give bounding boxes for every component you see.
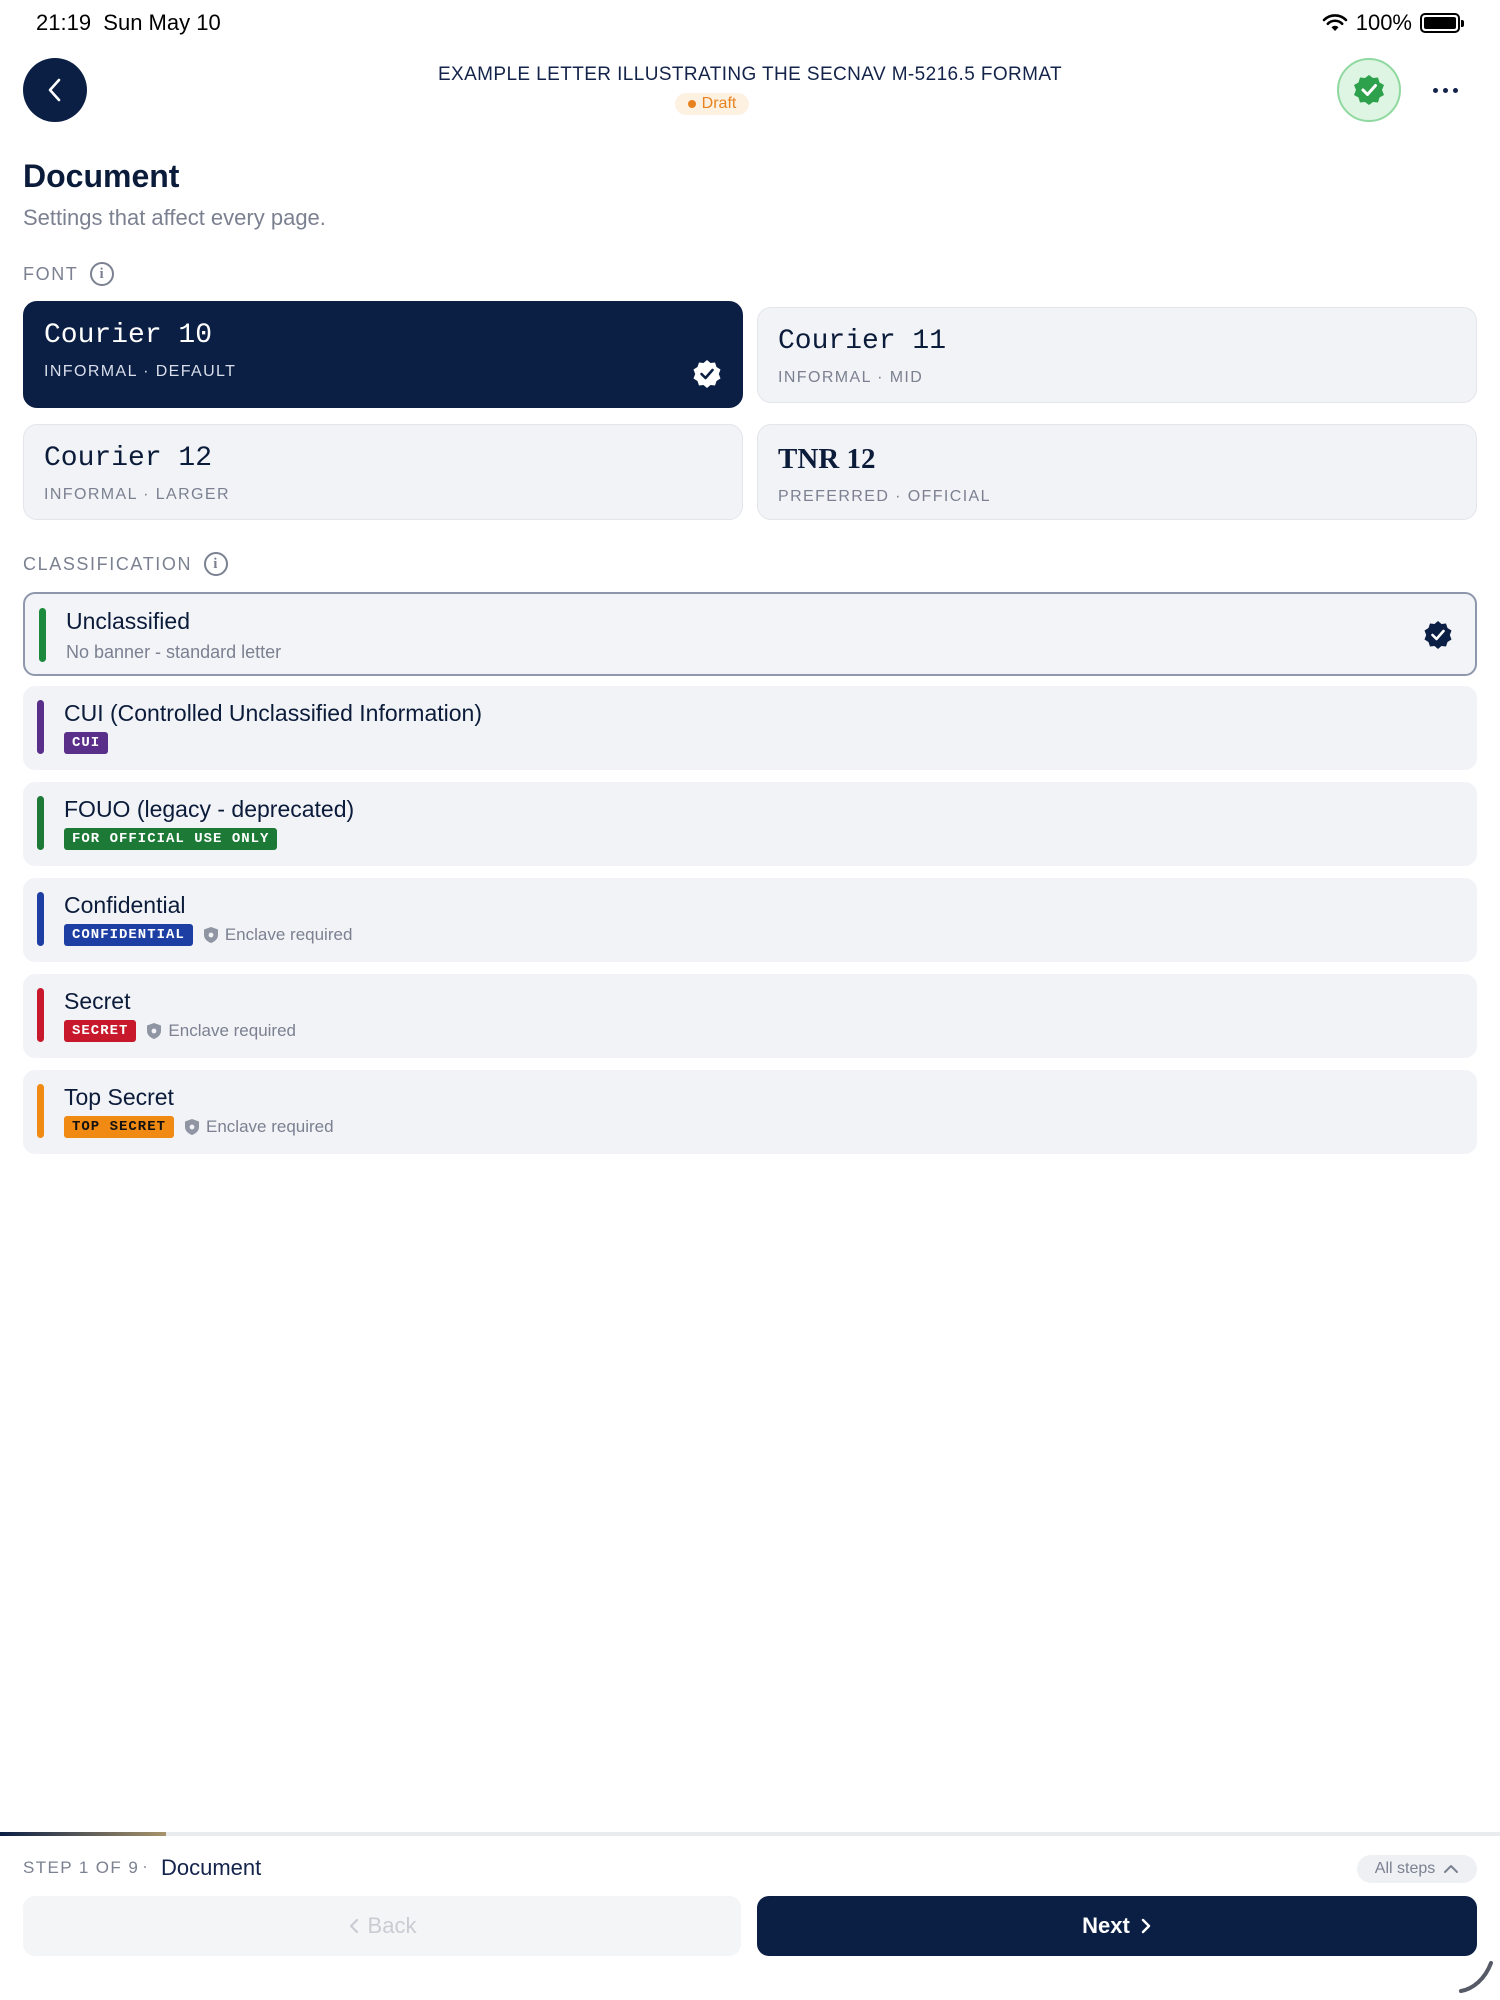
all-steps-label: All steps [1374, 1860, 1436, 1877]
font-label: FONT [23, 263, 79, 284]
chevron-up-icon [1444, 1865, 1459, 1873]
step-name: Document [161, 1855, 262, 1880]
draft-dot-icon [687, 100, 696, 108]
enclave-note-label: Enclave required [206, 1117, 334, 1136]
document-title: EXAMPLE LETTER ILLUSTRATING THE SECNAV M… [437, 64, 1063, 85]
classification-label: CLASSIFICATION [23, 553, 193, 574]
step-counter: STEP 1 OF 9 [23, 1858, 140, 1877]
all-steps-button[interactable]: All steps [1357, 1855, 1477, 1883]
classification-title: CUI (Controlled Unclassified Information… [64, 700, 482, 726]
validation-button[interactable] [1337, 58, 1401, 122]
resize-handle-icon [1459, 1961, 1493, 1993]
classification-option-unclassified[interactable]: Unclassified No banner - standard letter [23, 592, 1477, 676]
status-badge-label: Draft [701, 95, 737, 112]
classification-badge: CUI [64, 732, 109, 754]
classification-color-bar [37, 700, 44, 754]
page-title: Document [23, 158, 180, 194]
selected-check-icon [1424, 621, 1452, 649]
status-date: Sun May 10 [103, 10, 221, 35]
status-clock: 21:19 [36, 10, 92, 35]
more-options-button[interactable] [1420, 72, 1470, 108]
classification-color-bar [37, 892, 44, 946]
enclave-note-label: Enclave required [224, 925, 353, 944]
chevron-right-icon [1141, 1918, 1151, 1934]
font-option-courier-10[interactable]: Courier 10 INFORMAL · DEFAULT [23, 301, 743, 408]
step-progress-fill [0, 1832, 166, 1836]
classification-color-bar [37, 988, 44, 1042]
classification-option-fouo[interactable]: FOUO (legacy - deprecated) FOR OFFICIAL … [23, 782, 1477, 866]
font-option-meta: PREFERRED · OFFICIAL [778, 488, 991, 505]
shield-icon [203, 927, 218, 943]
font-option-courier-12[interactable]: Courier 12 INFORMAL · LARGER [23, 424, 743, 520]
font-option-name: Courier 10 [44, 320, 213, 351]
verified-check-icon [1354, 75, 1384, 105]
classification-badge: FOR OFFICIAL USE ONLY [64, 828, 278, 850]
step-separator: · [142, 1856, 148, 1876]
font-option-tnr-12[interactable]: TNR 12 PREFERRED · OFFICIAL [757, 424, 1477, 520]
page-subtitle: Settings that affect every page. [23, 205, 326, 230]
shield-icon [185, 1119, 200, 1135]
back-step-button[interactable]: Back [23, 1896, 741, 1956]
status-bar: 21:19 Sun May 10 100% [0, 0, 1500, 46]
classification-detail: FOR OFFICIAL USE ONLY [64, 828, 278, 850]
classification-detail: No banner - standard letter [66, 642, 281, 663]
back-button[interactable] [23, 58, 87, 122]
battery-icon [1420, 13, 1464, 33]
font-option-meta: INFORMAL · MID [778, 369, 924, 386]
classification-color-bar [37, 1084, 44, 1138]
info-icon[interactable]: i [90, 262, 115, 286]
status-time: 21:19 Sun May 10 [36, 10, 221, 36]
status-badge: Draft [675, 93, 749, 115]
font-group-label: FONT i [23, 262, 115, 286]
classification-detail: SECRET Enclave required [64, 1020, 296, 1042]
more-icon [1432, 87, 1438, 93]
classification-badge: CONFIDENTIAL [64, 924, 193, 946]
shield-icon [147, 1023, 162, 1039]
status-indicators: 100% [1322, 10, 1464, 36]
classification-option-secret[interactable]: Secret SECRET Enclave required [23, 974, 1477, 1058]
classification-title: Secret [64, 988, 131, 1014]
font-option-name: TNR 12 [778, 443, 876, 475]
selected-check-icon [693, 360, 721, 388]
classification-title: Top Secret [64, 1084, 174, 1110]
enclave-note: Enclave required [203, 925, 353, 945]
step-progress-bar [0, 1832, 1500, 1836]
font-option-meta: INFORMAL · DEFAULT [44, 363, 237, 380]
classification-option-cui[interactable]: CUI (Controlled Unclassified Information… [23, 686, 1477, 770]
font-option-name: Courier 12 [44, 443, 213, 474]
classification-title: Unclassified [66, 608, 190, 634]
classification-title: FOUO (legacy - deprecated) [64, 796, 355, 822]
next-step-button[interactable]: Next [757, 1896, 1477, 1956]
classification-badge: SECRET [64, 1020, 137, 1042]
classification-subtitle: No banner - standard letter [66, 642, 282, 662]
font-option-meta: INFORMAL · LARGER [44, 486, 230, 503]
classification-detail: CONFIDENTIAL Enclave required [64, 924, 352, 946]
classification-color-bar [37, 796, 44, 850]
next-step-label: Next [1082, 1913, 1130, 1938]
classification-title: Confidential [64, 892, 186, 918]
font-option-name: Courier 11 [778, 326, 947, 357]
font-option-courier-11[interactable]: Courier 11 INFORMAL · MID [757, 307, 1477, 403]
enclave-note-label: Enclave required [168, 1021, 296, 1040]
classification-detail: CUI [64, 732, 109, 754]
classification-badge: TOP SECRET [64, 1116, 175, 1138]
chevron-left-icon [48, 78, 61, 102]
enclave-note: Enclave required [146, 1021, 296, 1041]
classification-color-bar [39, 608, 46, 662]
info-icon[interactable]: i [204, 552, 229, 576]
wifi-icon [1322, 14, 1348, 31]
chevron-left-icon [349, 1918, 358, 1934]
enclave-note: Enclave required [184, 1117, 334, 1137]
classification-option-confidential[interactable]: Confidential CONFIDENTIAL Enclave requir… [23, 878, 1477, 962]
classification-option-top-secret[interactable]: Top Secret TOP SECRET Enclave required [23, 1070, 1477, 1154]
back-step-label: Back [367, 1913, 417, 1938]
classification-group-label: CLASSIFICATION i [23, 552, 229, 576]
battery-percent: 100% [1355, 10, 1412, 35]
classification-detail: TOP SECRET Enclave required [64, 1116, 334, 1138]
